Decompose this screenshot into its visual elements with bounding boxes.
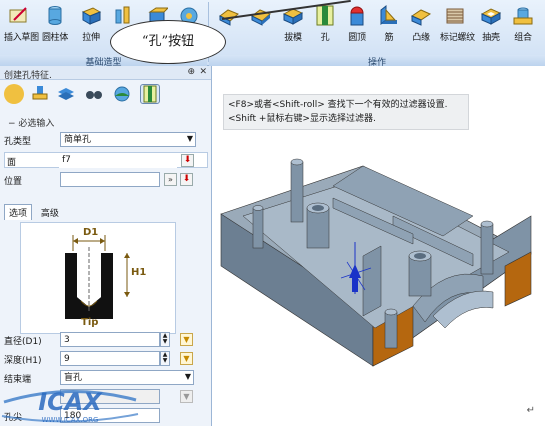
hole-label: 孔 [320,33,330,43]
draft-label: 拔模 [284,33,302,43]
cylinder-post-2 [252,205,264,249]
position-options-icon[interactable]: » [164,173,177,186]
face-label: 面 [7,158,17,168]
pin-icon[interactable]: ⊕ [187,67,195,77]
d1-dimension-label: D1 [83,227,99,238]
enter-mark: ↵ [526,405,535,416]
shell-button[interactable] [246,2,276,48]
tab-advanced[interactable]: 高级 [37,205,63,220]
glasses-icon[interactable] [84,84,104,104]
icax-watermark: ICAX WWW.ICAX.ORG [0,376,140,426]
revolve-icon [112,4,134,26]
face-row: 面 f7 ⬇ [4,152,208,168]
rib-icon [378,4,400,26]
chevron-down-icon: ▼ [186,134,193,143]
extrude-button[interactable]: 拉伸 [76,2,106,48]
combine-label: 组合 [514,33,532,43]
depth-expression-icon[interactable]: ▼ [180,352,193,365]
position-label: 位置 [4,177,23,187]
shell-cut-icon [480,4,502,26]
diameter-expression-icon[interactable]: ▼ [180,333,193,346]
rib-button[interactable]: 筋 [374,2,404,48]
feature-panel: 创建孔特征. ⊕ ✕ − 必选输入 孔类型 简单孔 ▼ 面 f7 ⬇ 位置 » … [0,66,212,426]
dome-icon [346,4,368,26]
position-pick-arrow-icon[interactable]: ⬇ [180,173,193,186]
close-icon[interactable]: ✕ [199,67,207,77]
depth-value: 9 [64,354,70,364]
part-model[interactable] [213,66,545,426]
collapse-icon: − [8,119,16,129]
hole-button[interactable]: 孔 [310,2,340,48]
rib-label: 筋 [384,33,394,43]
hole-parameter-diagram: D1 H1 Tip [20,222,176,334]
panel-action-icons [0,80,211,108]
cylinder-post-6 [384,308,398,349]
depth-row: 深度(H1) 9 ▲ ▼ ▼ [4,351,208,367]
hole-type-select[interactable]: 简单孔 ▼ [60,132,196,147]
flange-label: 凸缘 [412,33,430,43]
cylinder-post-1 [290,158,304,223]
watermark-url-text: WWW.ICAX.ORG [42,416,99,424]
position-row: 位置 » ⬇ [4,172,208,188]
flange-button[interactable]: 凸缘 [406,2,436,48]
diameter-input[interactable]: 3 [60,332,160,347]
diameter-stepper[interactable]: ▲ ▼ [160,332,170,347]
combine-button[interactable]: 组合 [508,2,538,48]
position-input[interactable] [60,172,160,187]
tab-options[interactable]: 选项 [4,204,33,220]
flange-icon [410,4,432,26]
dome-label: 圆顶 [348,33,366,43]
cylinder-button[interactable]: 圆柱体 [40,2,70,48]
cylinder-post-3 [306,202,330,249]
depth-input[interactable]: 9 [60,351,160,366]
depth-label: 深度(H1) [4,356,42,366]
thread-icon [444,4,466,26]
layers-icon[interactable] [56,84,76,104]
thread-label: 标记螺纹 [440,33,475,43]
group-operations: 操作 [209,55,545,68]
hole-icon [314,4,336,26]
thread-button[interactable]: 标记螺纹 [440,2,475,48]
face-value: f7 [62,155,71,165]
cylinder-post-4 [408,250,432,297]
required-input-section[interactable]: − 必选输入 [4,114,58,131]
shell-cut-label: 抽壳 [482,33,500,43]
h1-dimension-label: H1 [131,267,147,278]
obscured-expression-icon[interactable]: ▼ [180,390,193,403]
required-input-label: 必选输入 [18,119,55,129]
hole-type-row: 孔类型 简单孔 ▼ [4,132,208,148]
insert-sketch-label: 插入草图 [4,33,39,43]
panel-title-bar: 创建孔特征. ⊕ ✕ [0,66,211,81]
diameter-label: 直径(D1) [4,337,42,347]
option-tabs: 选项 高级 [4,204,65,220]
cylinder-icon [44,4,66,26]
hole-type-value: 简单孔 [64,135,92,145]
3d-viewport[interactable]: <F8>或者<Shift-roll> 查找下一个有效的过滤器设置. <Shift… [213,66,545,426]
extrude-icon [80,4,102,26]
watermark-logo-text: ICAX [38,388,103,416]
diameter-row: 直径(D1) 3 ▲ ▼ ▼ [4,332,208,348]
callout-bubble: “孔”按钮 [110,20,226,64]
globe-icon[interactable] [112,84,132,104]
palette-icon[interactable] [4,84,24,104]
depth-stepper[interactable]: ▲ ▼ [160,351,170,366]
sketch-icon [8,4,30,26]
tip-dimension-label: Tip [81,317,99,328]
cylinder-post-5 [480,220,494,275]
insert-sketch-button[interactable]: 插入草图 [4,2,39,48]
dome-button[interactable]: 圆顶 [342,2,372,48]
face-pick-arrow-icon[interactable]: ⬇ [181,154,194,167]
stamp-icon[interactable] [30,84,50,104]
hole-preview-icon[interactable] [140,84,160,104]
shell-cut-button[interactable]: 抽壳 [476,2,506,48]
cylinder-label: 圆柱体 [41,33,69,43]
face-input[interactable]: f7 [59,153,177,168]
hole-type-label: 孔类型 [4,137,32,147]
extrude-label: 拉伸 [82,33,100,43]
combine-icon [512,4,534,26]
chevron-down-icon: ▼ [184,372,191,381]
diameter-value: 3 [64,335,70,345]
